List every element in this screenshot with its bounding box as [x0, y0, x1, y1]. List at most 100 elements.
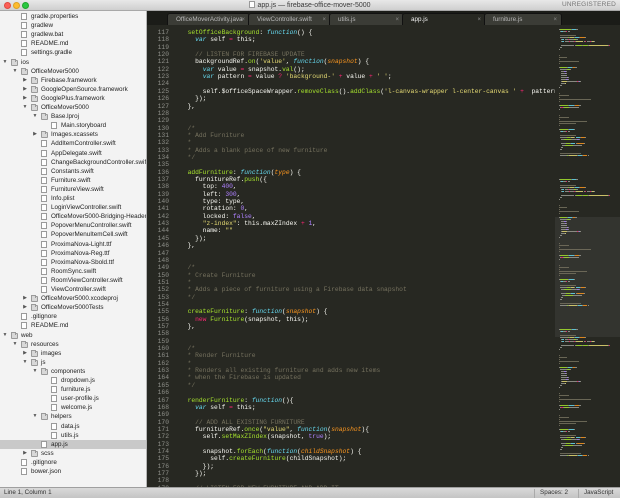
file-row[interactable]: ProximaNova-Light.ttf: [0, 240, 146, 249]
folder-row[interactable]: ▼ js: [0, 358, 146, 367]
disclosure-open-icon[interactable]: ▼: [22, 103, 28, 112]
minimap-line: [559, 275, 561, 276]
disclosure-closed-icon[interactable]: ▶: [22, 294, 28, 303]
tab-officemoveractivity-java[interactable]: OfficeMoverActivity.java ×: [167, 13, 250, 25]
minimap-viewport[interactable]: [555, 217, 620, 337]
disclosure-closed-icon[interactable]: ▶: [22, 449, 28, 458]
file-row[interactable]: data.js: [0, 422, 146, 431]
file-row[interactable]: ViewController.swift: [0, 285, 146, 294]
close-tab-icon[interactable]: ×: [395, 14, 399, 25]
file-row[interactable]: ProximaNova-Sbold.ttf: [0, 258, 146, 267]
close-tab-icon[interactable]: ×: [553, 14, 557, 25]
disclosure-closed-icon[interactable]: ▶: [22, 349, 28, 358]
disclosure-closed-icon[interactable]: ▶: [22, 94, 28, 103]
folder-row[interactable]: ▶ OfficeMover5000Tests: [0, 303, 146, 312]
file-row[interactable]: dropdown.js: [0, 376, 146, 385]
disclosure-open-icon[interactable]: ▼: [32, 112, 38, 121]
minimap-line: [559, 357, 568, 358]
folder-row[interactable]: ▼ Base.lproj: [0, 112, 146, 121]
folder-row[interactable]: ▶ OfficeMover5000.xcodeproj: [0, 294, 146, 303]
folder-row[interactable]: ▶ Firebase.framework: [0, 76, 146, 85]
close-tab-icon[interactable]: ×: [322, 14, 326, 25]
minimap-line: [559, 99, 591, 100]
file-row[interactable]: app.js: [0, 439, 146, 449]
file-row[interactable]: gradlew.bat: [0, 30, 146, 39]
tab-furniture-js[interactable]: furniture.js ×: [484, 13, 562, 25]
folder-row[interactable]: ▶ scss: [0, 449, 146, 458]
disclosure-open-icon[interactable]: ▼: [2, 58, 8, 67]
file-row[interactable]: LoginViewController.swift: [0, 203, 146, 212]
disclosure-closed-icon[interactable]: ▶: [22, 303, 28, 312]
close-tab-icon[interactable]: ×: [477, 14, 481, 25]
code-token: furnitureRef.: [180, 176, 245, 183]
folder-row[interactable]: ▼ OfficeMover5000: [0, 103, 146, 112]
file-row[interactable]: Furniture.swift: [0, 176, 146, 185]
minimap-line: [568, 379, 570, 380]
folder-row[interactable]: ▼ OfficeMover5000: [0, 67, 146, 76]
file-row[interactable]: README.md: [0, 321, 146, 330]
folder-row[interactable]: ▶ images: [0, 349, 146, 358]
file-row[interactable]: AddItemController.swift: [0, 139, 146, 148]
file-row[interactable]: user-profile.js: [0, 394, 146, 403]
disclosure-closed-icon[interactable]: ▶: [22, 76, 28, 85]
code-token: value: [251, 73, 279, 81]
file-row[interactable]: RoomViewController.swift: [0, 276, 146, 285]
disclosure-closed-icon[interactable]: ▶: [32, 130, 38, 139]
syntax-selector[interactable]: JavaScript: [584, 488, 613, 498]
tab-label: app.js: [411, 16, 428, 23]
file-row[interactable]: bower.json: [0, 467, 146, 476]
folder-row[interactable]: ▶ GooglePlus.framework: [0, 94, 146, 103]
file-row[interactable]: Info.plist: [0, 194, 146, 203]
file-row[interactable]: PopoverMenuItemCell.swift: [0, 230, 146, 239]
disclosure-open-icon[interactable]: ▼: [2, 331, 8, 340]
file-row[interactable]: FurnitureView.swift: [0, 185, 146, 194]
tree-item-label: AddItemController.swift: [51, 140, 116, 148]
minimap-line: [573, 279, 576, 280]
file-row[interactable]: PopoverMenuController.swift: [0, 221, 146, 230]
file-row[interactable]: utils.js: [0, 431, 146, 440]
folder-row[interactable]: ▶ Images.xcassets: [0, 130, 146, 139]
folder-row[interactable]: ▼ ios: [0, 58, 146, 67]
minimap-line: [576, 41, 584, 42]
tab-viewcontroller-swift[interactable]: ViewController.swift ×: [248, 13, 331, 25]
file-icon: [51, 422, 57, 430]
folder-row[interactable]: ▶ GoogleOpenSource.framework: [0, 85, 146, 94]
file-row[interactable]: .gitignore: [0, 458, 146, 467]
disclosure-open-icon[interactable]: ▼: [22, 358, 28, 367]
minimap-line: [560, 149, 562, 150]
folder-row[interactable]: ▼ helpers: [0, 412, 146, 421]
folder-row[interactable]: ▼ components: [0, 367, 146, 376]
file-row[interactable]: gradle.properties: [0, 12, 146, 21]
file-row[interactable]: RoomSync.swift: [0, 267, 146, 276]
disclosure-open-icon[interactable]: ▼: [12, 67, 18, 76]
minimap-line: [559, 271, 588, 272]
disclosure-closed-icon[interactable]: ▶: [22, 85, 28, 94]
file-row[interactable]: ProximaNova-Reg.ttf: [0, 249, 146, 258]
folder-row[interactable]: ▼ resources: [0, 340, 146, 349]
disclosure-open-icon[interactable]: ▼: [32, 367, 38, 376]
code-editor[interactable]: 117 118 119 120 121 122 123 124 125 126 127 128 129 1…: [147, 25, 555, 487]
file-row[interactable]: furniture.js: [0, 385, 146, 394]
file-row[interactable]: Constants.swift: [0, 167, 146, 176]
tab-utils-js[interactable]: utils.js ×: [329, 13, 404, 25]
minimap-line: [583, 293, 586, 294]
folder-row[interactable]: ▼ web: [0, 331, 146, 340]
file-row[interactable]: OfficeMover5000-Bridging-Header.h: [0, 212, 146, 221]
minimap-line: [560, 69, 568, 70]
minimap-line: [559, 55, 561, 56]
file-row[interactable]: ChangeBackgroundController.swift: [0, 158, 146, 167]
disclosure-open-icon[interactable]: ▼: [32, 412, 38, 421]
file-row[interactable]: welcome.js: [0, 403, 146, 412]
tree-item-label: RoomSync.swift: [51, 267, 97, 275]
indentation-selector[interactable]: Spaces: 2: [540, 488, 568, 498]
file-row[interactable]: settings.gradle: [0, 48, 146, 57]
file-row[interactable]: Main.storyboard: [0, 121, 146, 130]
disclosure-open-icon[interactable]: ▼: [12, 340, 18, 349]
file-row[interactable]: README.md: [0, 39, 146, 48]
close-tab-icon[interactable]: ×: [241, 14, 245, 25]
tab-app-js[interactable]: app.js ×: [402, 13, 486, 25]
file-row[interactable]: .gitignore: [0, 312, 146, 321]
file-row[interactable]: AppDelegate.swift: [0, 149, 146, 158]
minimap[interactable]: [555, 25, 620, 487]
file-row[interactable]: gradlew: [0, 21, 146, 30]
